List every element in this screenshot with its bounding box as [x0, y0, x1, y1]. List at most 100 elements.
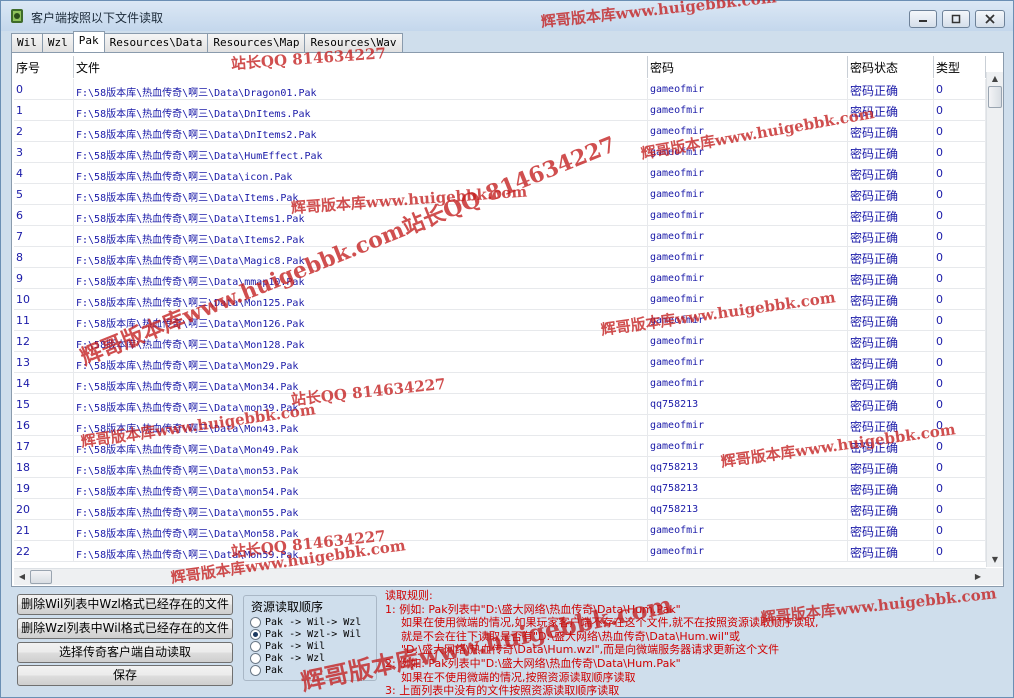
row-type: 0 — [934, 478, 986, 499]
row-password-status: 密码正确 — [848, 121, 934, 142]
table-row[interactable]: 11 F:\58版本库\热血传奇\啊三\Data\Mon126.Pak gameof… — [14, 310, 986, 331]
row-password: gameofmir — [648, 100, 848, 121]
row-password: gameofmir — [648, 268, 848, 289]
row-type: 0 — [934, 310, 986, 331]
row-file: F:\58版本库\热血传奇\啊三\Data\mon55.Pak — [74, 499, 648, 520]
column-header-file[interactable]: 文件 — [74, 56, 648, 78]
minimize-button[interactable] — [909, 10, 937, 28]
row-password-status: 密码正确 — [848, 541, 934, 562]
table-row[interactable]: 22 F:\58版本库\热血传奇\啊三\Data\Mon59.Pak gameofm… — [14, 541, 986, 562]
table-row[interactable]: 12 F:\58版本库\热血传奇\啊三\Data\Mon128.Pak gameof… — [14, 331, 986, 352]
table-row[interactable]: 6 F:\58版本库\热血传奇\啊三\Data\Items1.Pak gameofm… — [14, 205, 986, 226]
column-header-index[interactable]: 序号 — [14, 56, 74, 78]
row-password: gameofmir — [648, 247, 848, 268]
row-index: 19 — [14, 478, 74, 499]
tab-pak[interactable]: Pak — [72, 31, 105, 52]
rules-line: 1: 例如: Pak列表中"D:\盛大网络\热血传奇\Data\Hum.Pak" — [385, 602, 681, 616]
row-password: gameofmir — [648, 352, 848, 373]
table-row[interactable]: 5 F:\58版本库\热血传奇\啊三\Data\Items.Pak gameofmi… — [14, 184, 986, 205]
row-password: qq758213 — [648, 478, 848, 499]
table-row[interactable]: 13 F:\58版本库\热血传奇\啊三\Data\Mon29.Pak gameofm… — [14, 352, 986, 373]
read-order-option-label: Pak -> Wil-> Wzl — [265, 617, 362, 628]
table-row[interactable]: 9 F:\58版本库\热血传奇\啊三\Data\mmap10.Pak gameofm… — [14, 268, 986, 289]
column-header-type[interactable]: 类型 — [934, 56, 986, 78]
row-password-status: 密码正确 — [848, 184, 934, 205]
vertical-scrollbar[interactable]: ▲ ▼ — [986, 72, 1003, 567]
row-index: 8 — [14, 247, 74, 268]
table-row[interactable]: 2 F:\58版本库\热血传奇\啊三\Data\DnItems2.Pak gameo… — [14, 121, 986, 142]
title-bar[interactable]: 客户端按照以下文件读取 — [1, 1, 1013, 31]
table-row[interactable]: 14 F:\58版本库\热血传奇\啊三\Data\Mon34.Pak gameofm… — [14, 373, 986, 394]
row-password: gameofmir — [648, 121, 848, 142]
column-header-password-status[interactable]: 密码状态 — [848, 56, 934, 78]
table-row[interactable]: 15 F:\58版本库\热血传奇\啊三\Data\mon39.Pak qq75821… — [14, 394, 986, 415]
column-header-password[interactable]: 密码 — [648, 56, 848, 78]
radio-button[interactable] — [250, 653, 261, 664]
save-button[interactable]: 保存 — [17, 665, 233, 686]
minimize-icon — [919, 20, 927, 22]
row-file: F:\58版本库\热血传奇\啊三\Data\DnItems2.Pak — [74, 121, 648, 142]
row-password-status: 密码正确 — [848, 79, 934, 100]
row-type: 0 — [934, 457, 986, 478]
close-button[interactable] — [975, 10, 1005, 28]
scroll-down-icon[interactable]: ▼ — [987, 553, 1003, 567]
row-type: 0 — [934, 373, 986, 394]
tab-resources-data[interactable]: Resources\Data — [103, 33, 209, 52]
app-icon — [11, 9, 23, 23]
maximize-button[interactable] — [942, 10, 970, 28]
tab-wzl[interactable]: Wzl — [41, 33, 74, 52]
row-index: 6 — [14, 205, 74, 226]
row-index: 14 — [14, 373, 74, 394]
scroll-up-icon[interactable]: ▲ — [987, 72, 1003, 86]
read-order-option-label: Pak -> Wzl — [265, 653, 326, 664]
table-row[interactable]: 1 F:\58版本库\热血传奇\啊三\Data\DnItems.Pak gameof… — [14, 100, 986, 121]
read-order-option[interactable]: Pak — [250, 664, 283, 677]
row-password: gameofmir — [648, 373, 848, 394]
select-client-button[interactable]: 选择传奇客户端自动读取 — [17, 642, 233, 663]
table-row[interactable]: 3 F:\58版本库\热血传奇\啊三\Data\HumEffect.Pak game… — [14, 142, 986, 163]
row-password: qq758213 — [648, 499, 848, 520]
row-file: F:\58版本库\热血传奇\啊三\Data\mon53.Pak — [74, 457, 648, 478]
row-password-status: 密码正确 — [848, 457, 934, 478]
vertical-scroll-thumb[interactable] — [988, 86, 1002, 108]
delete-wzl-duplicates-button[interactable]: 删除Wzl列表中Wil格式已经存在的文件 — [17, 618, 233, 639]
row-type: 0 — [934, 100, 986, 121]
table-row[interactable]: 8 F:\58版本库\热血传奇\啊三\Data\Magic8.Pak gameofm… — [14, 247, 986, 268]
row-index: 7 — [14, 226, 74, 247]
row-index: 0 — [14, 79, 74, 100]
radio-button[interactable] — [250, 641, 261, 652]
row-index: 9 — [14, 268, 74, 289]
radio-button[interactable] — [250, 617, 261, 628]
tab-wil[interactable]: Wil — [11, 33, 43, 52]
row-type: 0 — [934, 289, 986, 310]
scroll-left-icon[interactable]: ◀ — [14, 569, 30, 585]
table-row[interactable]: 20 F:\58版本库\热血传奇\啊三\Data\mon55.Pak qq75821… — [14, 499, 986, 520]
read-order-option-label: Pak — [265, 665, 284, 676]
row-password-status: 密码正确 — [848, 289, 934, 310]
scroll-right-icon[interactable]: ▶ — [970, 569, 986, 585]
radio-button[interactable] — [250, 665, 261, 676]
table-row[interactable]: 0 F:\58版本库\热血传奇\啊三\Data\Dragon01.Pak gameo… — [14, 79, 986, 100]
table-row[interactable]: 10 F:\58版本库\热血传奇\啊三\Data\Mon125.Pak gameof… — [14, 289, 986, 310]
row-index: 15 — [14, 394, 74, 415]
row-file: F:\58版本库\热血传奇\啊三\Data\Items2.Pak — [74, 226, 648, 247]
table-row[interactable]: 17 F:\58版本库\热血传奇\啊三\Data\Mon49.Pak gameofm… — [14, 436, 986, 457]
row-type: 0 — [934, 142, 986, 163]
radio-button[interactable] — [250, 629, 261, 640]
table-row[interactable]: 18 F:\58版本库\热血传奇\啊三\Data\mon53.Pak qq75821… — [14, 457, 986, 478]
table-body: 0 F:\58版本库\热血传奇\啊三\Data\Dragon01.Pak gameo… — [14, 79, 986, 562]
table-row[interactable]: 4 F:\58版本库\热血传奇\啊三\Data\icon.Pak gameofmir… — [14, 163, 986, 184]
horizontal-scrollbar[interactable]: ◀ ▶ — [14, 568, 986, 585]
table-row[interactable]: 21 F:\58版本库\热血传奇\啊三\Data\Mon58.Pak gameofm… — [14, 520, 986, 541]
table-row[interactable]: 19 F:\58版本库\热血传奇\啊三\Data\mon54.Pak qq75821… — [14, 478, 986, 499]
maximize-icon — [951, 14, 961, 24]
horizontal-scroll-thumb[interactable] — [30, 570, 52, 584]
table-row[interactable]: 16 F:\58版本库\热血传奇\啊三\Data\Mon43.Pak gameofm… — [14, 415, 986, 436]
delete-wil-duplicates-button[interactable]: 删除Wil列表中Wzl格式已经存在的文件 — [17, 594, 233, 615]
table-row[interactable]: 7 F:\58版本库\热血传奇\啊三\Data\Items2.Pak gameofm… — [14, 226, 986, 247]
row-password-status: 密码正确 — [848, 373, 934, 394]
tab-resources-map[interactable]: Resources\Map — [207, 33, 306, 52]
row-index: 11 — [14, 310, 74, 331]
row-file: F:\58版本库\热血传奇\啊三\Data\Items1.Pak — [74, 205, 648, 226]
tab-resources-wav[interactable]: Resources\Wav — [304, 33, 403, 52]
